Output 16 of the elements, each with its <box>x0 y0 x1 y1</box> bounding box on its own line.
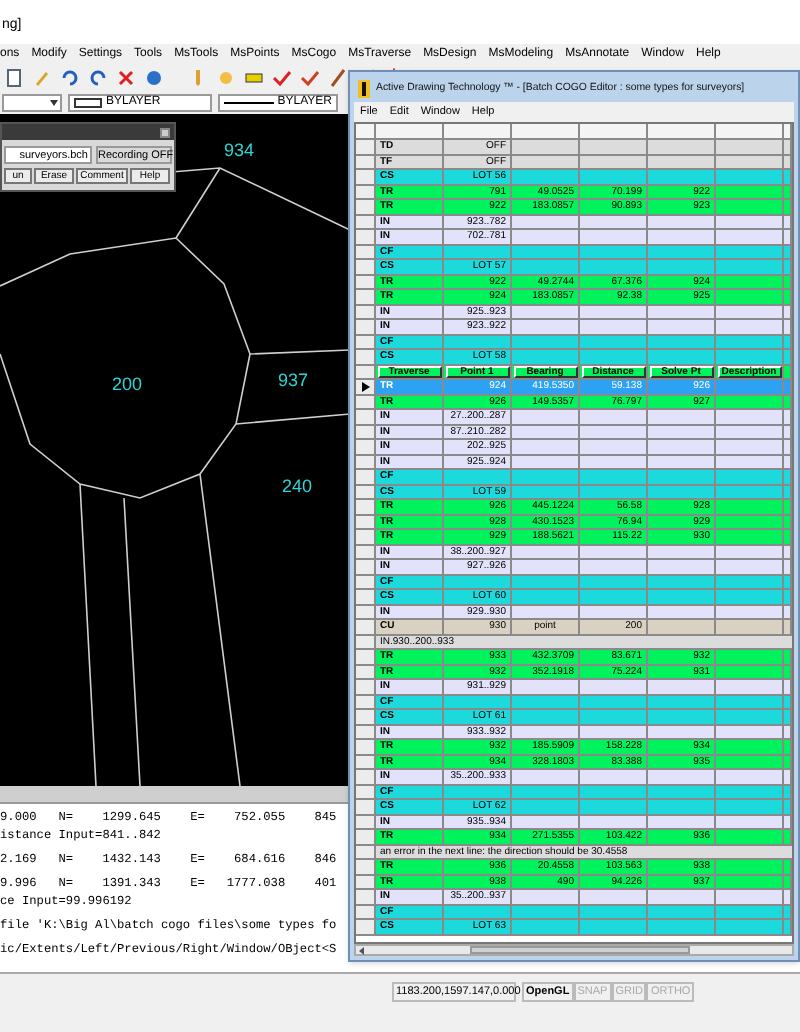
undo-icon[interactable] <box>60 67 80 87</box>
point-label: 200 <box>112 376 143 394</box>
close-button[interactable] <box>160 127 170 137</box>
delete-icon[interactable] <box>116 67 136 87</box>
layer-dropdown[interactable] <box>2 93 62 111</box>
point-label: 934 <box>224 142 255 160</box>
horizontal-scrollbar[interactable] <box>354 944 794 956</box>
row-pointer-icon <box>361 381 369 392</box>
caret-icon <box>50 99 58 105</box>
point-label: 240 <box>282 478 313 496</box>
app-icon <box>358 80 370 98</box>
point-label: 937 <box>278 372 309 390</box>
redo-icon[interactable] <box>88 67 108 87</box>
page-icon[interactable] <box>4 67 24 87</box>
scroll-thumb[interactable] <box>470 946 690 954</box>
pen-icon[interactable] <box>328 67 348 87</box>
